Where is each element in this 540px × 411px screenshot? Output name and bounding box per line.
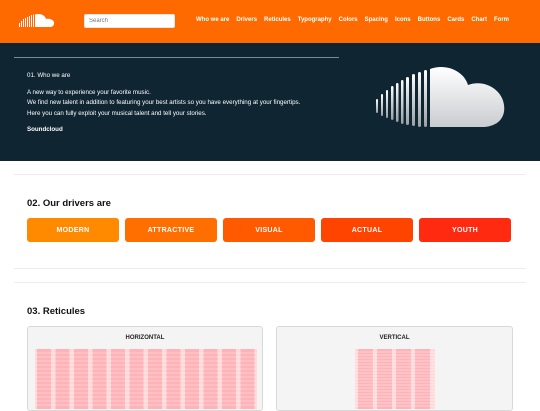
reticule-horizontal-title: HORIZONTAL [125,335,165,341]
nav-colors[interactable]: Colors [339,17,358,23]
driver-attractive[interactable]: ATTRACTIVE [125,218,217,242]
section-divider [14,174,526,175]
nav-spacing[interactable]: Spacing [365,17,388,23]
hero-section: 01. Who we are A new way to experience y… [0,43,540,161]
nav-reticules[interactable]: Reticules [264,17,291,23]
drivers-title: 02. Our drivers are [27,198,111,209]
driver-label: ATTRACTIVE [147,226,195,234]
nav-icons[interactable]: Icons [395,17,411,23]
horizontal-grid-preview [35,349,257,409]
nav-cards[interactable]: Cards [447,17,464,23]
nav-chart[interactable]: Chart [471,17,487,23]
driver-actual[interactable]: ACTUAL [321,218,413,242]
driver-label: ACTUAL [351,226,383,234]
reticules-title: 03. Reticules [27,306,86,317]
driver-label: MODERN [56,226,90,234]
search-input[interactable] [84,14,175,28]
soundcloud-logo-icon[interactable] [18,12,58,30]
main-nav: Who we are Drivers Reticules Typography … [196,17,509,23]
driver-modern[interactable]: MODERN [27,218,119,242]
soundcloud-cloud-icon [376,66,505,127]
hero-divider [14,57,339,58]
nav-drivers[interactable]: Drivers [236,17,257,23]
driver-label: VISUAL [255,226,283,234]
driver-youth[interactable]: YOUTH [419,218,511,242]
reticule-vertical-title: VERTICAL [379,335,410,341]
vertical-grid-preview [355,349,435,409]
nav-typography[interactable]: Typography [298,17,332,23]
hero-brand: Soundcloud [27,126,63,133]
hero-line-2: We find new talent in addition to featur… [27,99,301,106]
section-divider [14,282,526,283]
hero-label: 01. Who we are [27,72,71,79]
hero-line-1: A new way to experience your favorite mu… [27,88,151,96]
nav-who-we-are[interactable]: Who we are [196,17,229,23]
drivers-list: MODERN ATTRACTIVE VISUAL ACTUAL YOUTH [27,218,511,242]
reticule-vertical-card: VERTICAL [276,326,513,411]
top-navbar: Who we are Drivers Reticules Typography … [0,0,540,43]
hero-line-3: Here you can fully exploit your musical … [27,109,207,117]
nav-form[interactable]: Form [494,17,509,23]
hero-text: 01. Who we are A new way to experience y… [27,71,300,136]
nav-buttons[interactable]: Buttons [418,17,441,23]
section-divider [14,268,526,269]
reticule-horizontal-card: HORIZONTAL [27,326,263,411]
driver-label: YOUTH [452,226,478,234]
driver-visual[interactable]: VISUAL [223,218,315,242]
